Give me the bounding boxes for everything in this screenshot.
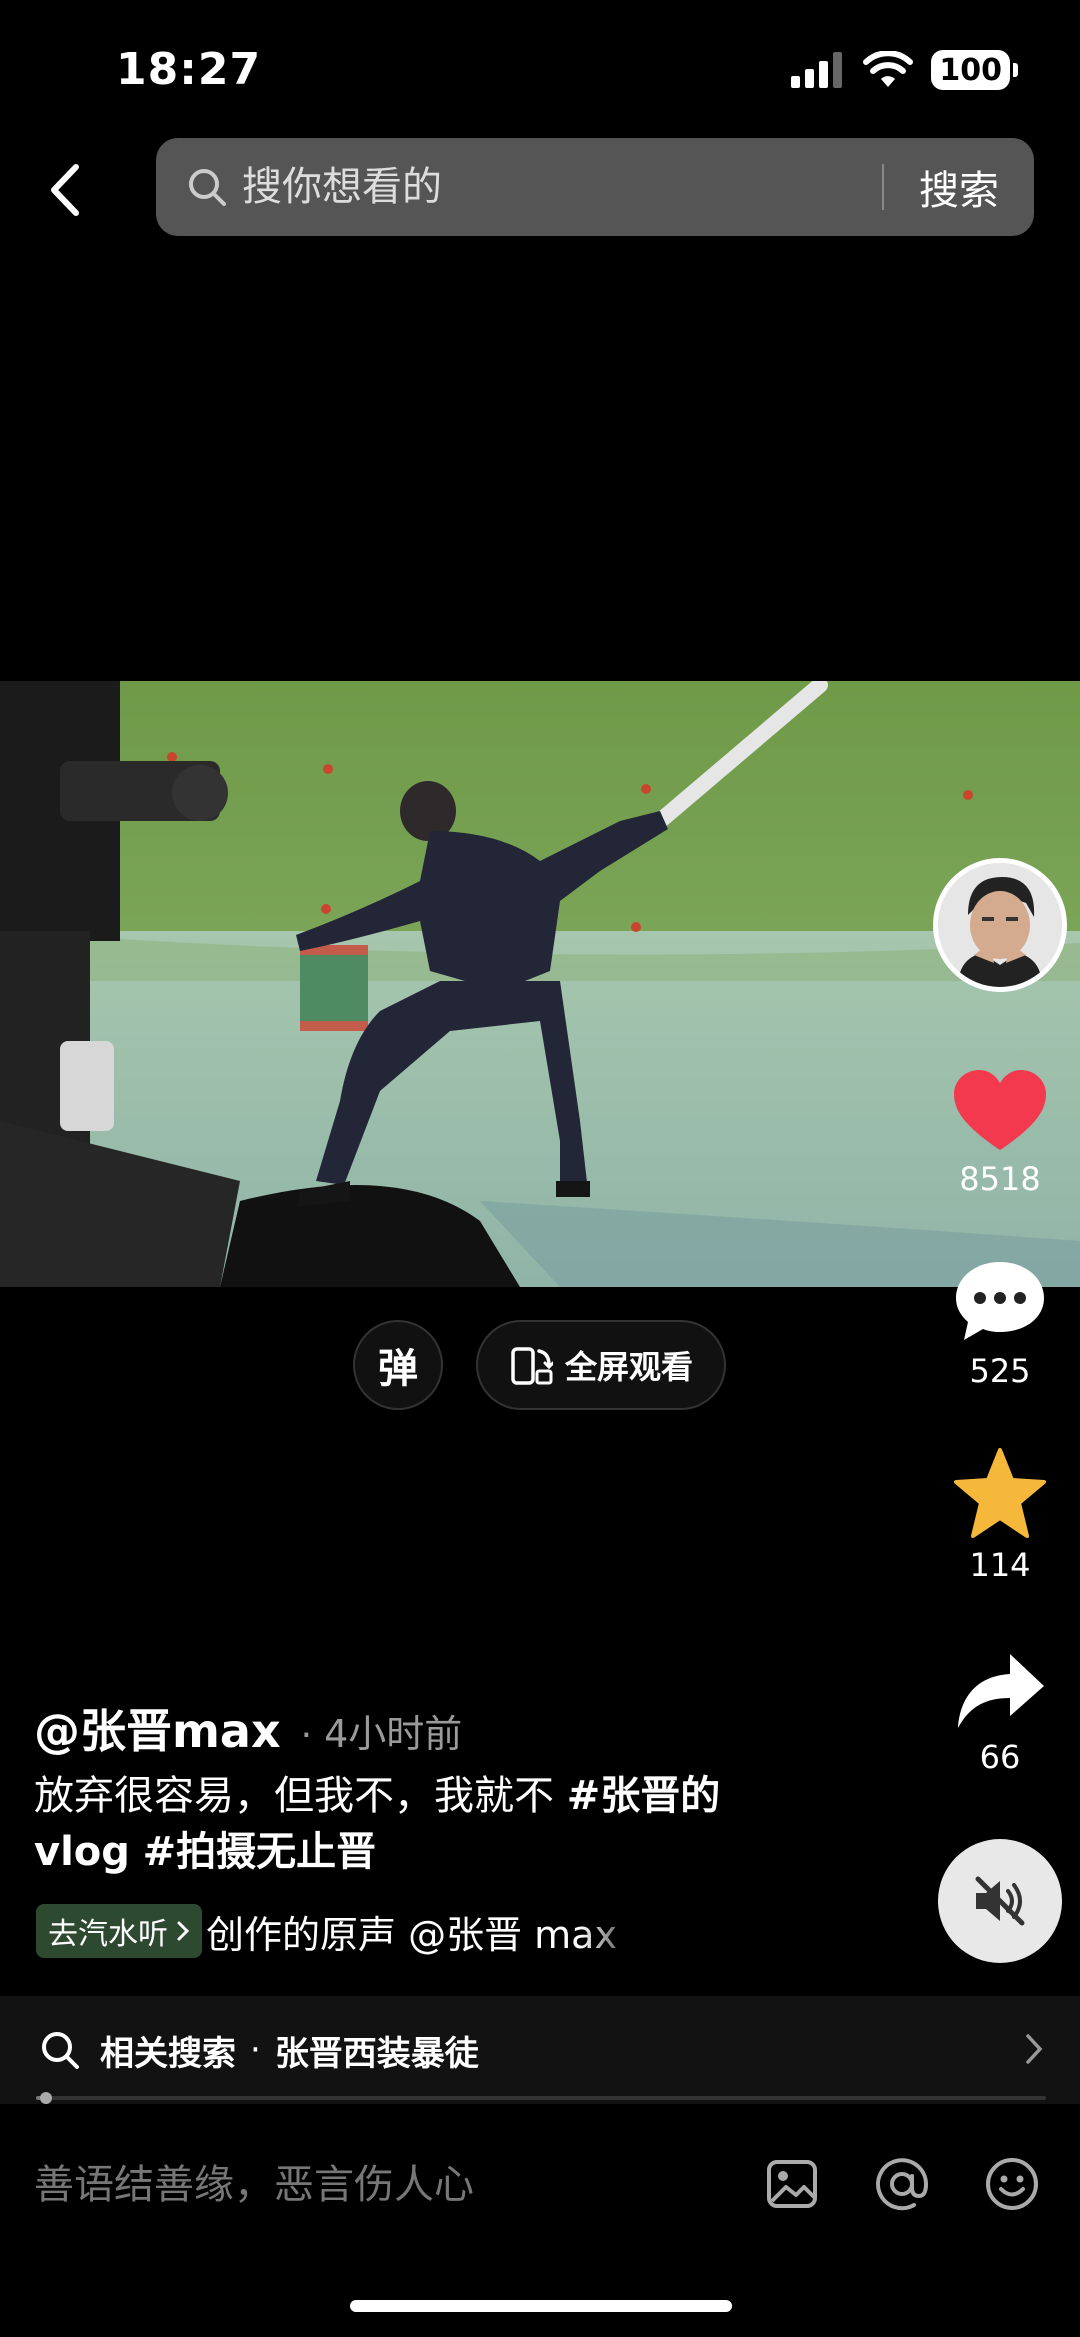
related-search-separator: · xyxy=(250,2030,261,2070)
post-time: 4小时前 xyxy=(324,1712,463,1756)
author-avatar[interactable] xyxy=(933,858,1067,992)
post-description: 放弃很容易，但我不，我就不 #张晋的vlog #拍摄无止晋 xyxy=(34,1768,774,1880)
star-icon xyxy=(954,1448,1046,1538)
separator-dot: · xyxy=(300,1715,313,1756)
related-search-query: 张晋西装暴徒 xyxy=(274,2033,479,2074)
hashtag[interactable]: #拍摄无止晋 xyxy=(143,1829,377,1875)
fullscreen-button[interactable]: 全屏观看 xyxy=(476,1320,726,1410)
danmu-toggle-button[interactable]: 弹 xyxy=(353,1320,443,1410)
image-button[interactable] xyxy=(762,2154,822,2214)
wifi-icon xyxy=(863,51,914,87)
video-frame-image xyxy=(0,681,1080,1287)
related-search-bar[interactable]: 相关搜索 · 张晋西装暴徒 xyxy=(0,1996,1080,2104)
search-bar: 搜索 xyxy=(156,138,1034,236)
mention-button[interactable] xyxy=(872,2154,932,2214)
emoji-icon xyxy=(986,2158,1038,2210)
music-row: 去汽水听 创作的原声 @张晋 max xyxy=(36,1903,646,1959)
comment-count: 525 xyxy=(969,1352,1031,1390)
like-button[interactable]: 8518 xyxy=(942,1070,1058,1198)
go-listen-button[interactable]: 去汽水听 xyxy=(36,1904,202,1958)
comment-icon xyxy=(956,1262,1044,1340)
share-button[interactable]: 66 xyxy=(942,1652,1058,1776)
mute-toggle-button[interactable] xyxy=(938,1839,1062,1963)
chevron-right-icon xyxy=(177,1921,190,1941)
speaker-muted-icon xyxy=(975,1876,1025,1926)
rotate-screen-icon xyxy=(511,1347,553,1385)
comment-button[interactable]: 525 xyxy=(942,1260,1058,1390)
status-time: 18:27 xyxy=(116,44,262,95)
video-player[interactable] xyxy=(0,681,1080,1287)
avatar-image xyxy=(938,863,1062,987)
status-icons: 100 xyxy=(791,50,1018,90)
search-input[interactable] xyxy=(242,164,882,210)
go-listen-label: 去汽水听 xyxy=(48,1917,168,1952)
music-title[interactable]: 创作的原声 @张晋 max xyxy=(206,1904,646,1959)
chevron-right-icon xyxy=(1026,2034,1043,2064)
image-icon xyxy=(767,2160,817,2208)
emoji-button[interactable] xyxy=(982,2154,1042,2214)
search-icon xyxy=(186,166,228,208)
fullscreen-label: 全屏观看 xyxy=(564,1348,693,1386)
author-name[interactable]: @张晋max xyxy=(34,1695,281,1761)
at-sign-icon xyxy=(876,2158,929,2211)
like-count: 8518 xyxy=(959,1160,1041,1198)
favorite-button[interactable]: 114 xyxy=(942,1448,1058,1584)
author-line: @张晋max · 4小时前 xyxy=(34,1695,462,1761)
video-progress-bar[interactable] xyxy=(36,2092,1046,2104)
related-search-label: 相关搜索 xyxy=(100,2033,236,2074)
home-indicator[interactable] xyxy=(350,2300,732,2312)
share-count: 66 xyxy=(979,1738,1021,1776)
share-arrow-icon xyxy=(958,1654,1044,1728)
back-button[interactable] xyxy=(40,160,90,220)
battery-indicator: 100 xyxy=(931,50,1018,90)
description-text: 放弃很容易，但我不，我就不 xyxy=(34,1773,567,1819)
comment-input[interactable] xyxy=(34,2152,714,2218)
search-icon xyxy=(40,2028,84,2072)
chevron-left-icon xyxy=(51,164,79,216)
heart-icon xyxy=(954,1070,1046,1150)
progress-handle[interactable] xyxy=(40,2092,53,2104)
favorite-count: 114 xyxy=(969,1546,1031,1584)
signal-icon xyxy=(791,52,843,88)
search-button[interactable]: 搜索 xyxy=(884,158,1034,216)
danmu-label: 弹 xyxy=(378,1346,418,1392)
